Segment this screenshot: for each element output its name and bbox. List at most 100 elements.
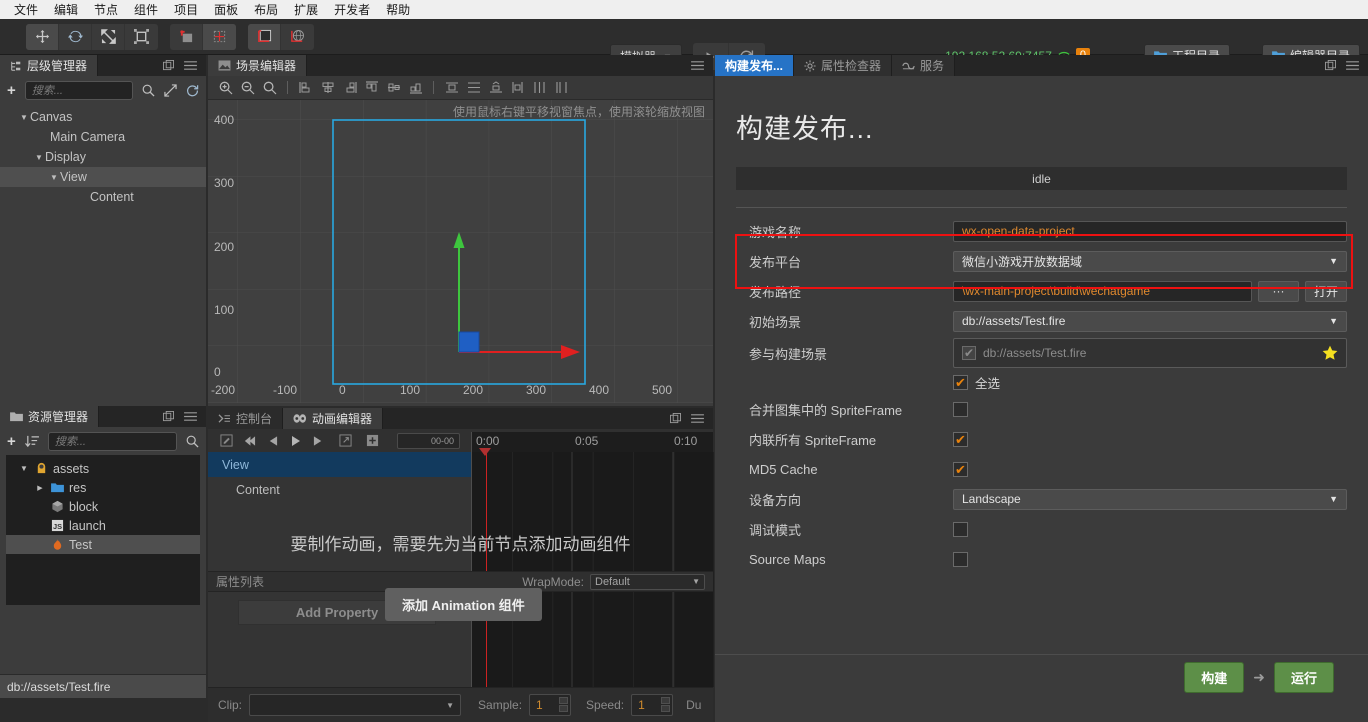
menu-item-file[interactable]: 文件	[6, 0, 46, 19]
tree-node-content[interactable]: Content	[0, 187, 206, 207]
merge-spriteframe-checkbox[interactable]: ✔	[953, 401, 968, 417]
chevron-down-icon[interactable]: ▼	[18, 113, 30, 122]
hamburger-menu-icon[interactable]	[1346, 60, 1359, 71]
speed-input[interactable]: 1	[631, 694, 674, 716]
build-scenes-list[interactable]: ✔ db://assets/Test.fire	[953, 338, 1347, 368]
playhead-handle[interactable]	[479, 448, 491, 456]
current-frame-field[interactable]: 00-00	[397, 432, 460, 449]
tree-node-canvas[interactable]: ▼ Canvas	[0, 107, 206, 127]
chevron-down-icon[interactable]: ▼	[33, 153, 45, 162]
menu-item-node[interactable]: 节点	[86, 0, 126, 19]
timeline-body[interactable]	[471, 452, 714, 687]
distribute-v-bottom-icon[interactable]	[552, 78, 571, 97]
menu-item-panel[interactable]: 面板	[206, 0, 246, 19]
popout-icon[interactable]	[163, 411, 174, 422]
tab-build[interactable]: 构建发布...	[715, 55, 795, 76]
expand-all-icon[interactable]	[164, 83, 177, 97]
pivot-tool-icon[interactable]	[170, 23, 203, 50]
distribute-h-right-icon[interactable]	[486, 78, 505, 97]
jump-to-start-icon[interactable]	[240, 431, 259, 450]
sort-icon[interactable]	[24, 435, 39, 448]
align-left-icon[interactable]	[296, 78, 315, 97]
sync-icon[interactable]	[186, 84, 199, 97]
add-asset-button[interactable]: +	[7, 433, 16, 450]
tab-animation-editor[interactable]: 动画编辑器	[283, 408, 384, 429]
menu-item-extension[interactable]: 扩展	[286, 0, 326, 19]
platform-select[interactable]: 微信小游戏开放数据域 ▼	[953, 250, 1347, 272]
asset-item-assets[interactable]: ▼ assets	[6, 459, 200, 478]
sample-stepper[interactable]	[559, 697, 569, 712]
add-animation-component-button[interactable]: 添加 Animation 组件	[385, 588, 542, 621]
tab-console[interactable]: 控制台	[208, 408, 284, 429]
search-icon[interactable]	[142, 84, 155, 97]
run-button[interactable]: 运行	[1273, 662, 1334, 693]
menu-item-project[interactable]: 项目	[166, 0, 206, 19]
assets-search-input[interactable]: 搜索...	[47, 431, 177, 451]
global-coord-tool-icon[interactable]	[281, 24, 314, 50]
menu-item-component[interactable]: 组件	[126, 0, 166, 19]
hamburger-menu-icon[interactable]	[691, 413, 704, 424]
start-scene-select[interactable]: db://assets/Test.fire ▼	[953, 310, 1347, 332]
tree-node-display[interactable]: ▼ Display	[0, 147, 206, 167]
build-button[interactable]: 构建	[1184, 662, 1245, 693]
popout-icon[interactable]	[163, 60, 174, 71]
rotate-tool-icon[interactable]	[59, 23, 92, 50]
tree-node-main-camera[interactable]: Main Camera	[0, 127, 206, 147]
align-middle-icon[interactable]	[384, 78, 403, 97]
zoom-out-icon[interactable]	[238, 78, 257, 97]
scene-canvas[interactable]: 使用鼠标右键平移视窗焦点，使用滚轮缩放视图 400 300 200 100 0 …	[208, 100, 713, 403]
distribute-h-left-icon[interactable]	[442, 78, 461, 97]
popout-icon[interactable]	[1325, 60, 1336, 71]
open-path-button[interactable]: 打开	[1304, 280, 1347, 302]
source-maps-checkbox[interactable]: ✔	[953, 551, 968, 567]
asset-item-block[interactable]: block	[6, 497, 200, 516]
tab-hierarchy[interactable]: 层级管理器	[0, 55, 99, 76]
wrapmode-select[interactable]: Default ▼	[590, 573, 705, 590]
anim-node-content[interactable]: Content	[208, 477, 471, 502]
hamburger-menu-icon[interactable]	[184, 411, 197, 422]
tab-scene-editor[interactable]: 场景编辑器	[208, 55, 308, 76]
menu-item-layout[interactable]: 布局	[246, 0, 286, 19]
add-node-button[interactable]: +	[7, 82, 16, 99]
next-frame-icon[interactable]	[309, 431, 328, 450]
chevron-down-icon[interactable]: ▼	[18, 464, 30, 473]
add-keyframe-icon[interactable]	[363, 431, 382, 450]
md5-cache-checkbox[interactable]: ✔	[953, 461, 968, 477]
rect-tool-icon[interactable]	[125, 24, 158, 50]
hierarchy-search-input[interactable]: 搜索...	[24, 80, 133, 100]
orientation-select[interactable]: Landscape ▼	[953, 488, 1347, 510]
prev-frame-icon[interactable]	[263, 431, 282, 450]
tab-assets[interactable]: 资源管理器	[0, 406, 100, 427]
debug-mode-checkbox[interactable]: ✔	[953, 521, 968, 537]
sample-input[interactable]: 1	[529, 694, 572, 716]
align-bottom-icon[interactable]	[406, 78, 425, 97]
distribute-v-middle-icon[interactable]	[530, 78, 549, 97]
hamburger-menu-icon[interactable]	[691, 60, 704, 71]
distribute-v-top-icon[interactable]	[508, 78, 527, 97]
build-path-input[interactable]: \wx-main-project\build\wechatgame	[953, 280, 1252, 302]
playhead-line[interactable]	[486, 452, 487, 687]
local-coord-tool-icon[interactable]	[248, 23, 281, 50]
align-right-icon[interactable]	[340, 78, 359, 97]
menu-item-help[interactable]: 帮助	[378, 0, 418, 19]
tab-inspector[interactable]: 属性检查器	[794, 55, 893, 76]
inline-spriteframe-checkbox[interactable]: ✔	[953, 431, 968, 447]
edit-mode-icon[interactable]	[217, 431, 236, 450]
search-icon[interactable]	[186, 435, 199, 448]
play-icon[interactable]	[286, 431, 305, 450]
menu-item-edit[interactable]: 编辑	[46, 0, 86, 19]
scale-tool-icon[interactable]	[92, 23, 125, 50]
align-top-icon[interactable]	[362, 78, 381, 97]
open-external-icon[interactable]	[336, 431, 355, 450]
select-all-checkbox[interactable]: ✔	[953, 374, 968, 390]
game-name-input[interactable]: wx-open-data-project	[953, 220, 1347, 242]
clip-select[interactable]: ▼	[249, 694, 462, 716]
speed-stepper[interactable]	[661, 697, 671, 712]
browse-path-button[interactable]: ···	[1257, 280, 1299, 302]
tab-services[interactable]: 服务	[892, 55, 956, 76]
align-center-h-icon[interactable]	[318, 78, 337, 97]
hamburger-menu-icon[interactable]	[184, 60, 197, 71]
zoom-fit-icon[interactable]	[260, 78, 279, 97]
tree-node-view[interactable]: ▼ View	[0, 167, 206, 187]
chevron-right-icon[interactable]: ▶	[34, 484, 46, 492]
